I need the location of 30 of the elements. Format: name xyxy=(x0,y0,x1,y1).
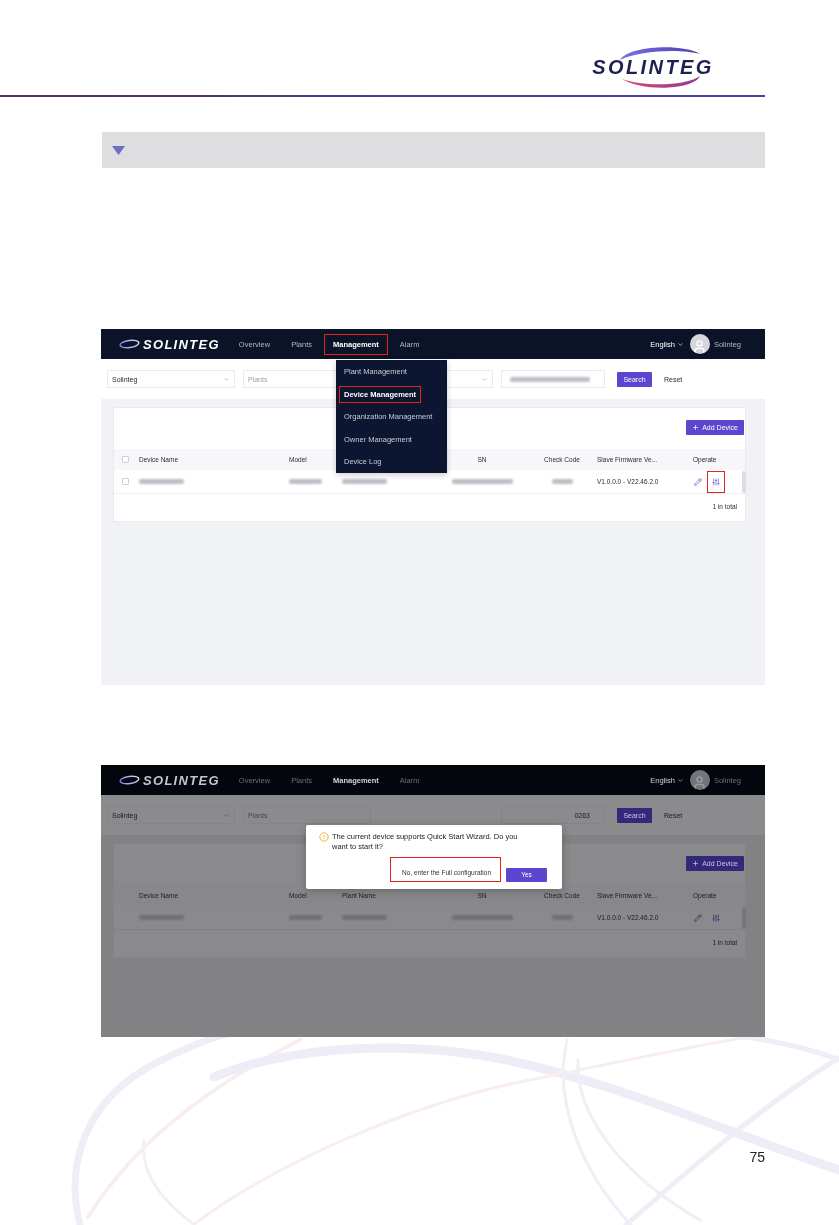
blurred-text xyxy=(289,479,322,484)
blurred-text xyxy=(451,479,513,484)
blurred-text xyxy=(551,479,573,484)
avatar-icon[interactable] xyxy=(689,334,710,354)
avatar-icon[interactable] xyxy=(689,770,710,790)
blurred-text xyxy=(451,915,513,920)
input-field[interactable] xyxy=(501,370,605,388)
configure-button[interactable] xyxy=(707,470,725,493)
blurred-text xyxy=(139,915,184,920)
warning-icon xyxy=(319,832,329,842)
blurred-text xyxy=(139,479,184,484)
sliders-icon xyxy=(712,913,720,922)
chevron-down-icon xyxy=(676,776,684,784)
blurred-text xyxy=(289,915,322,920)
brand-logo: SOLINTEG xyxy=(588,45,718,90)
brand-logo: SOLINTEG xyxy=(119,336,220,352)
pencil-icon xyxy=(694,477,702,486)
plus-icon xyxy=(692,860,700,867)
pencil-icon xyxy=(694,913,702,922)
page-number: 75 xyxy=(749,1149,765,1165)
brand-logo: SOLINTEG xyxy=(119,772,220,788)
sliders-icon xyxy=(712,477,720,486)
triangle-down-icon[interactable] xyxy=(112,145,125,155)
blurred-text xyxy=(551,915,573,920)
blurred-text xyxy=(342,479,387,484)
checkbox[interactable] xyxy=(121,456,129,463)
checkbox[interactable] xyxy=(121,478,129,485)
plus-icon xyxy=(692,424,700,431)
chevron-down-icon xyxy=(676,340,684,348)
blurred-text xyxy=(342,915,387,920)
